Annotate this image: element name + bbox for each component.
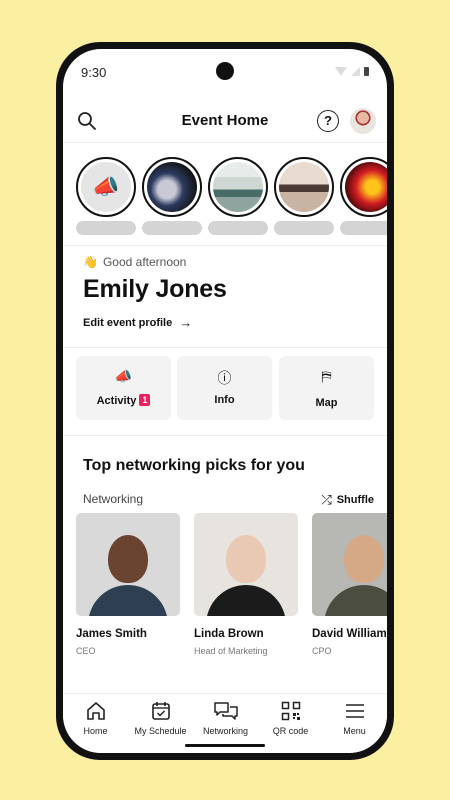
calendar-icon <box>128 700 193 722</box>
nav-menu[interactable]: Menu <box>322 700 387 736</box>
person-name: David Williams <box>312 628 387 640</box>
edit-profile-label: Edit event profile <box>83 316 173 329</box>
user-name: Emily Jones <box>83 275 227 303</box>
shuffle-button[interactable]: ⤮ Shuffle <box>321 492 374 508</box>
help-icon[interactable]: ? <box>317 110 339 132</box>
person-card[interactable]: David Williams CPO <box>312 513 387 656</box>
home-icon <box>63 700 128 722</box>
story-item[interactable] <box>142 157 202 235</box>
edit-profile-link[interactable]: Edit event profile → <box>83 315 373 330</box>
person-photo <box>76 513 180 616</box>
person-photo <box>312 513 387 616</box>
map-label: Map <box>315 397 338 409</box>
status-icons <box>335 67 369 76</box>
signal-icon <box>351 67 360 76</box>
story-label-placeholder <box>208 221 268 235</box>
quick-actions: 📣 Activity 1 ⓘ Info ⛿ Map <box>76 356 374 420</box>
info-icon: ⓘ <box>217 370 232 386</box>
nav-networking-label: Networking <box>202 726 249 736</box>
story-item[interactable] <box>208 157 268 235</box>
story-label-placeholder <box>274 221 334 235</box>
nav-qr-code[interactable]: QR code <box>258 700 323 736</box>
person-name: James Smith <box>76 628 147 640</box>
greeting-text: Good afternoon <box>102 255 187 269</box>
person-photo <box>194 513 298 616</box>
person-card[interactable]: Linda Brown Head of Marketing <box>194 513 298 656</box>
story-image <box>279 162 329 212</box>
story-image <box>345 162 387 212</box>
wifi-icon <box>335 67 347 76</box>
story-label-placeholder <box>340 221 387 235</box>
phone-frame: 9:30 Event Home ? 📣 👋 Good afternoon Emi… <box>56 42 394 760</box>
app-header: Event Home ? <box>63 99 387 143</box>
battery-icon <box>364 67 369 76</box>
wave-hand-icon: 👋 <box>83 255 98 269</box>
nav-menu-label: Menu <box>343 726 366 736</box>
nav-home-label: Home <box>83 726 108 736</box>
person-role: Head of Marketing <box>194 646 268 656</box>
camera-cutout <box>216 62 234 80</box>
divider <box>63 347 387 348</box>
signpost-icon: ⛿ <box>321 368 332 384</box>
person-card[interactable]: James Smith CEO <box>76 513 180 656</box>
story-item[interactable]: 📣 <box>76 157 136 235</box>
person-name: Linda Brown <box>194 628 264 640</box>
shuffle-icon: ⤮ <box>321 492 332 507</box>
status-time: 9:30 <box>81 65 107 80</box>
networking-section-title: Top networking picks for you <box>83 457 305 474</box>
welcome-section: 👋 Good afternoon Emily Jones Edit event … <box>83 255 373 330</box>
app-screen: 9:30 Event Home ? 📣 👋 Good afternoon Emi… <box>63 49 387 753</box>
story-item[interactable] <box>340 157 387 235</box>
story-label-placeholder <box>76 221 136 235</box>
person-role: CEO <box>76 646 96 656</box>
activity-label: Activity 1 <box>76 394 171 407</box>
nav-my-schedule-label: My Schedule <box>134 726 187 736</box>
qr-code-icon <box>258 700 323 722</box>
story-image <box>213 162 263 212</box>
stories-row: 📣 <box>76 157 387 237</box>
networking-cards: James Smith CEO Linda Brown Head of Mark… <box>76 513 387 663</box>
story-label-placeholder <box>142 221 202 235</box>
info-label: Info <box>214 394 235 406</box>
networking-subheader: Networking ⤮ Shuffle <box>83 492 374 508</box>
chat-icon <box>193 700 258 722</box>
activity-button[interactable]: 📣 Activity 1 <box>76 356 171 420</box>
arrow-right-icon: → <box>179 315 193 330</box>
activity-label-text: Activity <box>96 395 137 407</box>
networking-subtitle: Networking <box>83 492 144 506</box>
person-role: CPO <box>312 646 332 656</box>
status-bar: 9:30 <box>63 49 387 93</box>
nav-networking[interactable]: Networking <box>193 700 258 736</box>
nav-my-schedule[interactable]: My Schedule <box>128 700 193 736</box>
menu-icon <box>322 700 387 722</box>
megaphone-icon: 📣 <box>114 368 133 384</box>
megaphone-icon: 📣 <box>81 162 131 212</box>
greeting: 👋 Good afternoon <box>83 255 373 269</box>
story-item[interactable] <box>274 157 334 235</box>
story-image <box>147 162 197 212</box>
home-indicator[interactable] <box>185 744 265 747</box>
nav-qr-code-label: QR code <box>272 726 309 736</box>
divider <box>63 245 387 246</box>
nav-home[interactable]: Home <box>63 700 128 736</box>
activity-badge: 1 <box>139 394 151 406</box>
bottom-nav: Home My Schedule Networking QR code Menu <box>63 693 387 753</box>
divider <box>63 435 387 436</box>
shuffle-label: Shuffle <box>336 494 374 506</box>
info-button[interactable]: ⓘ Info <box>177 356 272 420</box>
map-button[interactable]: ⛿ Map <box>279 356 374 420</box>
avatar[interactable] <box>350 108 376 134</box>
